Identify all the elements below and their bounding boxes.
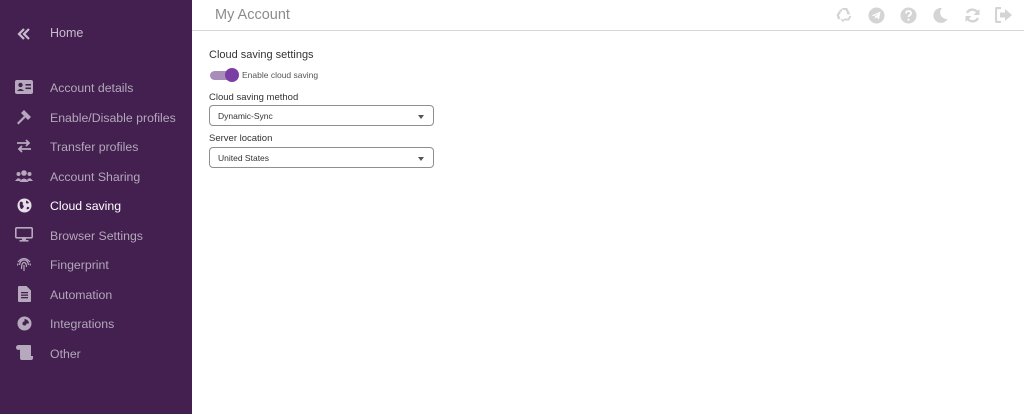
sidebar-item-transfer-profiles[interactable]: Transfer profiles xyxy=(0,132,192,162)
help-icon[interactable] xyxy=(898,5,918,25)
toggle-knob xyxy=(225,68,239,82)
pie-icon xyxy=(14,314,34,332)
sidebar-item-integrations[interactable]: Integrations xyxy=(0,309,192,339)
telegram-icon[interactable] xyxy=(866,5,886,25)
hammer-icon xyxy=(14,108,34,126)
globe-icon xyxy=(14,196,34,214)
sidebar-item-label: Fingerprint xyxy=(50,258,109,272)
sync-icon[interactable] xyxy=(962,5,982,25)
sidebar-item-label: Cloud saving xyxy=(50,199,122,213)
sidebar-item-fingerprint[interactable]: Fingerprint xyxy=(0,250,192,280)
method-value: Dynamic-Sync xyxy=(218,111,273,121)
cloud-saving-toggle-row: Enable cloud saving xyxy=(209,68,409,82)
sidebar-item-automation[interactable]: Automation xyxy=(0,280,192,310)
top-bar: My Account xyxy=(192,0,1024,31)
section-title: Cloud saving settings xyxy=(209,49,314,61)
double-chevron-left-icon xyxy=(14,24,34,44)
transfer-arrows-icon xyxy=(14,137,34,155)
users-icon xyxy=(14,167,34,185)
home-label: Home xyxy=(50,26,84,40)
sidebar-item-label: Browser Settings xyxy=(50,228,143,243)
sidebar-item-label: Integrations xyxy=(50,317,115,331)
fingerprint-icon xyxy=(14,255,34,273)
method-label: Cloud saving method xyxy=(209,92,299,103)
moon-icon[interactable] xyxy=(930,5,950,25)
sidebar-item-cloud-saving[interactable]: Cloud saving xyxy=(0,191,192,221)
chevron-down-icon xyxy=(418,115,424,119)
cloud-saving-method-select[interactable]: Dynamic-Sync xyxy=(209,105,434,126)
sidebar-item-account-details[interactable]: Account details xyxy=(0,73,192,103)
chevron-down-icon xyxy=(418,157,424,161)
sidebar-item-other[interactable]: Other xyxy=(0,339,192,369)
sidebar-nav: Account details Enable/Disable profiles … xyxy=(0,73,192,368)
home-link[interactable]: Home xyxy=(0,20,192,48)
scroll-icon xyxy=(14,344,34,362)
enable-cloud-saving-toggle[interactable] xyxy=(210,68,239,82)
sidebar-item-account-sharing[interactable]: Account Sharing xyxy=(0,162,192,192)
sidebar-item-label: Enable/Disable profiles xyxy=(50,110,176,125)
sidebar-item-label: Account details xyxy=(50,81,134,95)
file-code-icon xyxy=(14,285,34,303)
sidebar-item-label: Account Sharing xyxy=(50,169,141,184)
id-card-icon xyxy=(14,78,34,96)
sidebar-item-enable-disable-profiles[interactable]: Enable/Disable profiles xyxy=(0,103,192,133)
recycle-icon[interactable] xyxy=(834,5,854,25)
sidebar-item-label: Transfer profiles xyxy=(50,140,139,154)
location-label: Server location xyxy=(209,133,273,144)
sidebar-item-label: Automation xyxy=(50,287,113,302)
sidebar: Home Account details Enable/Disable prof… xyxy=(0,0,192,414)
top-toolbar xyxy=(834,5,1014,25)
logout-icon[interactable] xyxy=(994,5,1014,25)
page-title: My Account xyxy=(215,7,290,23)
monitor-icon xyxy=(14,226,34,244)
sidebar-item-browser-settings[interactable]: Browser Settings xyxy=(0,221,192,251)
toggle-label: Enable cloud saving xyxy=(242,70,319,80)
server-location-select[interactable]: United States xyxy=(209,147,434,168)
location-value: United States xyxy=(218,153,270,163)
sidebar-item-label: Other xyxy=(50,346,81,361)
